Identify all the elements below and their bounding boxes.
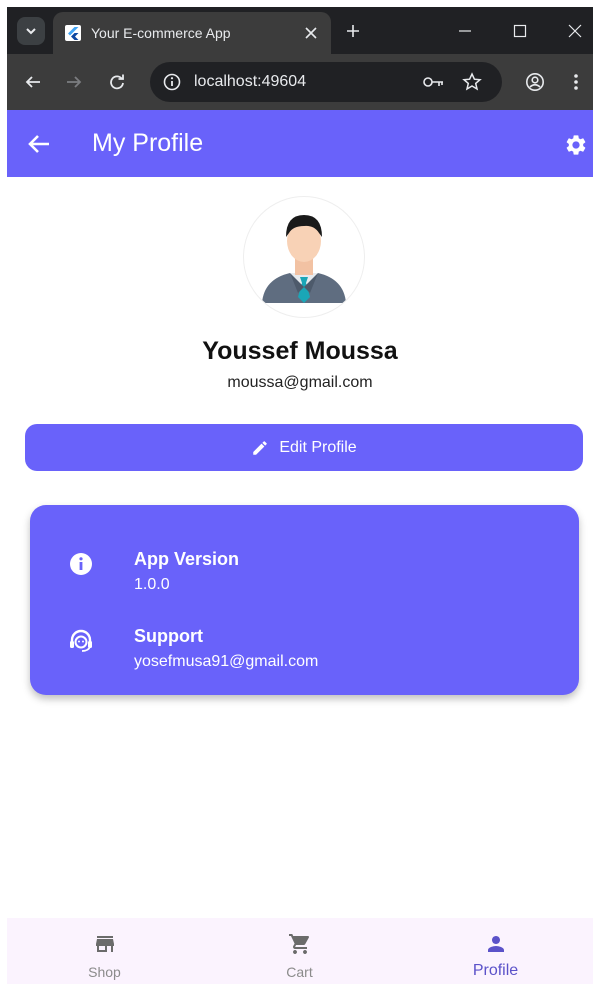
edit-profile-label: Edit Profile: [279, 438, 357, 456]
reload-button[interactable]: [103, 68, 131, 96]
info-icon[interactable]: [160, 70, 184, 94]
close-icon: [305, 27, 317, 39]
info-icon: [68, 551, 94, 577]
nav-item-cart[interactable]: Cart: [202, 918, 397, 984]
app-info-card: App Version 1.0.0 Support yosefmusa91@gm…: [30, 505, 579, 695]
bottom-navigation: Shop Cart Profile: [7, 918, 593, 984]
back-button[interactable]: [25, 130, 53, 158]
page-title: My Profile: [92, 129, 204, 157]
nav-label-shop: Shop: [88, 964, 121, 980]
settings-button[interactable]: [562, 131, 590, 159]
minimize-icon: [459, 30, 471, 32]
user-name: Youssef Moussa: [202, 337, 398, 365]
plus-icon: [347, 25, 359, 37]
store-icon: [7, 932, 202, 956]
window-close-button[interactable]: [561, 17, 589, 45]
profile-account-button[interactable]: [521, 68, 549, 96]
address-bar[interactable]: localhost:49604: [150, 62, 502, 102]
app-bar: My Profile: [7, 110, 593, 177]
new-tab-button[interactable]: [341, 19, 365, 43]
user-avatar-icon: [262, 215, 346, 303]
nav-item-profile[interactable]: Profile: [398, 918, 593, 984]
arrow-left-icon: [25, 76, 40, 88]
nav-label-profile: Profile: [472, 962, 519, 979]
more-vert-icon: [574, 74, 578, 90]
maximize-icon: [513, 24, 527, 38]
minimize-button[interactable]: [451, 17, 479, 45]
tab-title: Your E-commerce App: [91, 25, 231, 41]
edit-profile-button[interactable]: Edit Profile: [25, 424, 583, 471]
browser-tab[interactable]: Your E-commerce App: [53, 12, 331, 54]
nav-item-shop[interactable]: Shop: [7, 918, 202, 984]
support-title: Support: [134, 626, 203, 646]
avatar[interactable]: [244, 197, 364, 317]
nav-label-cart: Cart: [286, 964, 313, 980]
cart-icon: [202, 932, 397, 956]
back-navigation-button[interactable]: [19, 68, 47, 96]
chevron-down-icon: [26, 28, 36, 35]
tab-strip: Your E-commerce App: [7, 7, 593, 54]
arrow-right-icon: [67, 76, 82, 88]
browser-menu-button[interactable]: [562, 68, 590, 96]
support-email[interactable]: yosefmusa91@gmail.com: [134, 653, 318, 671]
browser-window: Your E-commerce App localhost:49604 My P…: [7, 7, 593, 984]
tab-close-button[interactable]: [301, 23, 321, 43]
gear-icon: [566, 135, 586, 155]
bookmark-star-icon[interactable]: [460, 70, 484, 94]
person-icon: [398, 932, 593, 956]
tab-search-button[interactable]: [17, 17, 45, 45]
app-version-value: 1.0.0: [134, 576, 170, 593]
reload-icon: [110, 74, 124, 90]
user-email: moussa@gmail.com: [227, 374, 373, 391]
browser-toolbar: localhost:49604: [7, 54, 593, 110]
arrow-left-icon: [28, 135, 49, 153]
app-version-title: App Version: [134, 549, 240, 569]
forward-navigation-button[interactable]: [60, 68, 88, 96]
url-text: localhost:49604: [194, 73, 307, 90]
password-key-icon[interactable]: [422, 70, 446, 94]
flutter-favicon-icon: [65, 25, 81, 41]
account-circle-icon: [526, 73, 544, 91]
pencil-icon: [253, 440, 268, 455]
maximize-button[interactable]: [506, 17, 534, 45]
support-agent-icon: [68, 628, 94, 654]
close-icon: [568, 24, 582, 38]
